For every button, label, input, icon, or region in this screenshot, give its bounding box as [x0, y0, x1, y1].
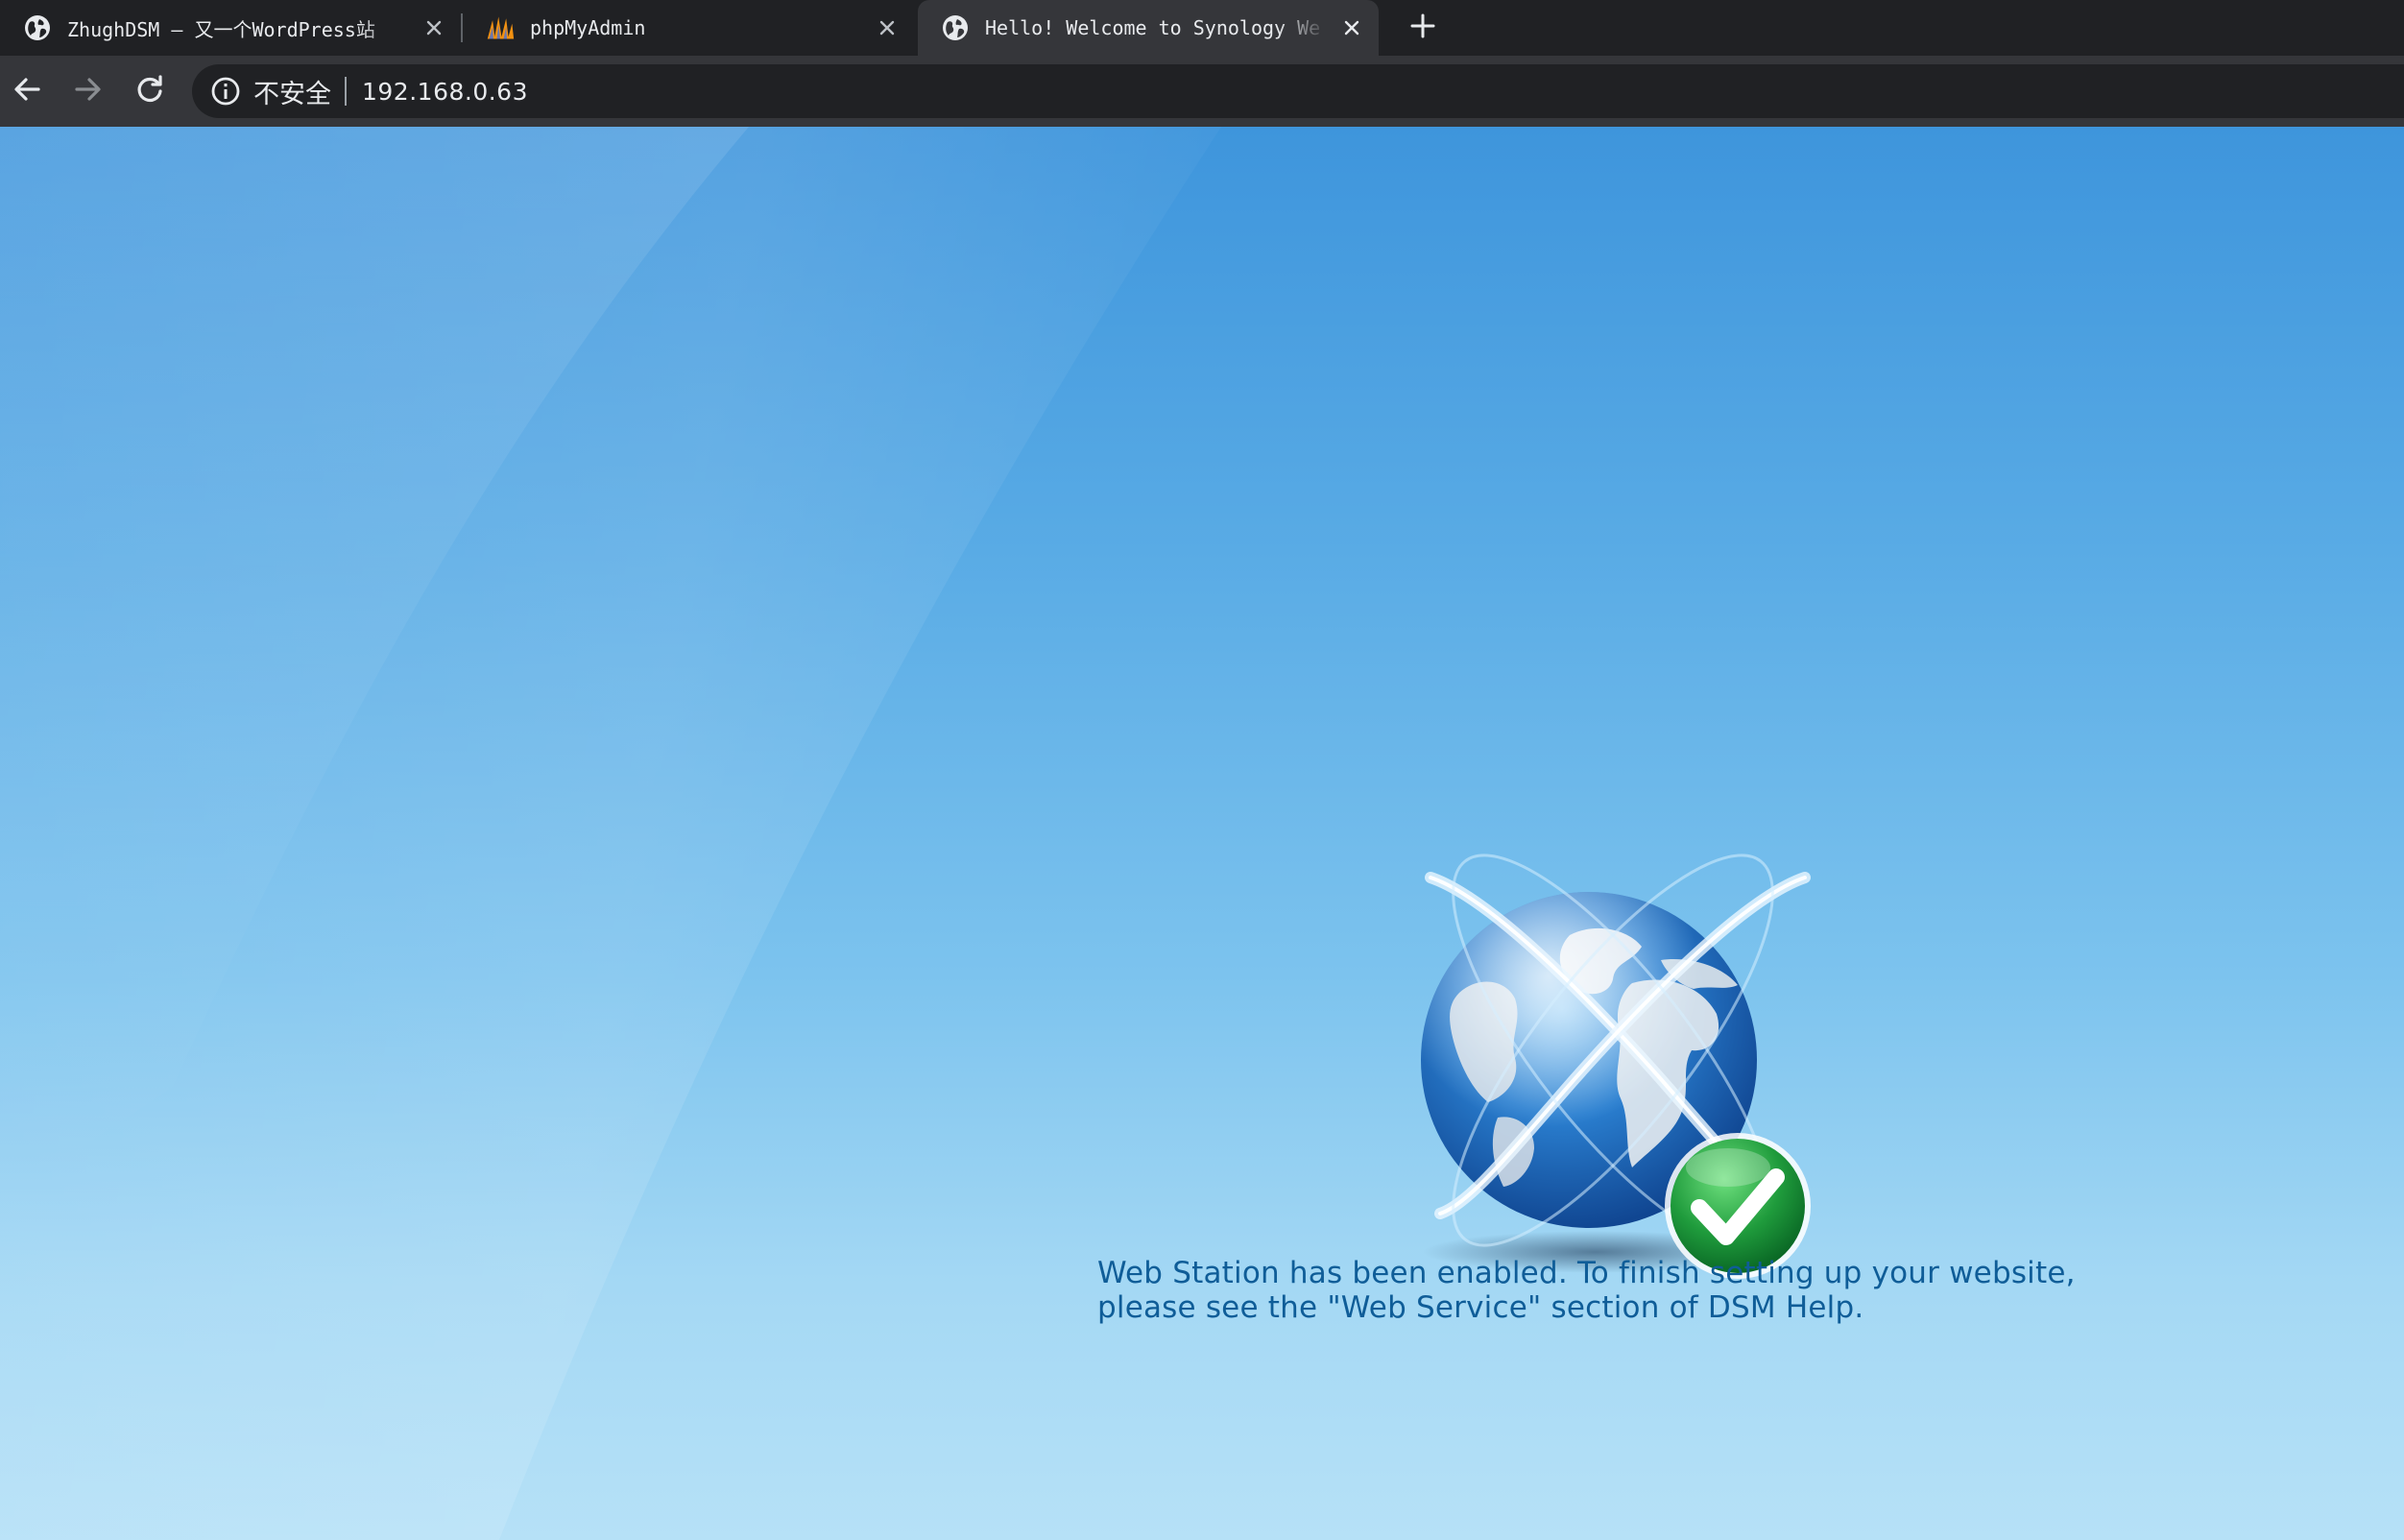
back-button[interactable] — [6, 70, 48, 112]
forward-arrow-icon — [74, 75, 103, 108]
globe-icon — [941, 13, 970, 42]
tab-title: phpMyAdmin — [530, 16, 646, 39]
message-line-1: Web Station has been enabled. To finish … — [1097, 1256, 2076, 1290]
forward-button[interactable] — [67, 70, 109, 112]
tab-synology-welcome[interactable]: Hello! Welcome to Synology We — [918, 0, 1379, 56]
globe-icon — [23, 13, 52, 42]
close-icon[interactable] — [874, 14, 901, 41]
info-circle-icon[interactable] — [209, 75, 242, 108]
url-text[interactable]: 192.168.0.63 — [362, 78, 528, 106]
tab-title: Hello! Welcome to Synology We — [985, 16, 1321, 39]
new-tab-button[interactable] — [1404, 9, 1442, 47]
address-bar[interactable]: 不安全 192.168.0.63 — [192, 64, 2404, 118]
browser-toolbar: 不安全 192.168.0.63 — [0, 56, 2404, 127]
browser-window: ZhughDSM – 又一个WordPress站 phpMyAdmin Hell… — [0, 0, 2404, 1540]
phpmyadmin-logo-icon — [486, 13, 515, 42]
close-icon[interactable] — [421, 14, 447, 41]
background-light-sheen — [0, 127, 1221, 1540]
address-divider — [345, 77, 347, 106]
tab-title: ZhughDSM – 又一个WordPress站 — [67, 17, 375, 41]
page-viewport: Web Station has been enabled. To finish … — [0, 127, 2404, 1540]
tab-phpmyadmin[interactable]: phpMyAdmin — [463, 0, 914, 56]
plus-icon — [1410, 13, 1435, 42]
web-station-message: Web Station has been enabled. To finish … — [1097, 1256, 2345, 1325]
tab-zhughdsm[interactable]: ZhughDSM – 又一个WordPress站 — [0, 0, 461, 56]
reload-icon — [134, 74, 165, 108]
security-status-label[interactable]: 不安全 — [253, 73, 331, 110]
message-line-2: please see the "Web Service" section of … — [1097, 1290, 1864, 1325]
close-icon[interactable] — [1338, 14, 1365, 41]
globe-with-checkmark-illustration — [1421, 854, 1811, 1279]
back-arrow-icon — [12, 75, 41, 108]
reload-button[interactable] — [129, 70, 171, 112]
tab-strip: ZhughDSM – 又一个WordPress站 phpMyAdmin Hell… — [0, 0, 2404, 56]
